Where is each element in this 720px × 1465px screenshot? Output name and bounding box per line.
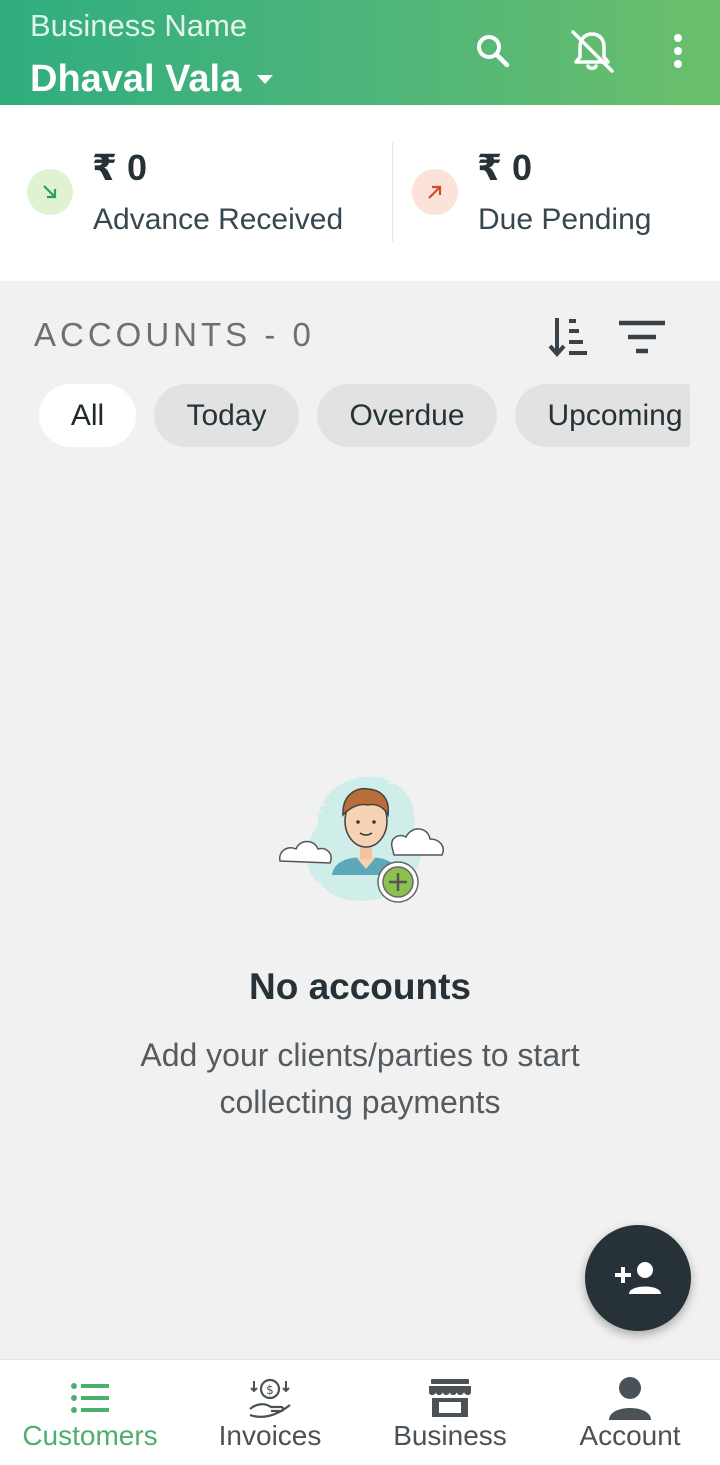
empty-state-subtitle: Add your clients/parties to start collec… — [0, 1032, 720, 1126]
nav-invoices-label: Invoices — [218, 1420, 322, 1451]
empty-state-subtitle-line-2: collecting payments — [219, 1084, 501, 1120]
nav-customers-label: Customers — [22, 1420, 158, 1451]
empty-accounts-illustration — [276, 765, 448, 910]
empty-state-title: No accounts — [248, 966, 472, 1007]
due-pending-card[interactable]: ₹ 0 Due Pending — [393, 105, 720, 281]
nav-account[interactable]: Account — [540, 1360, 720, 1465]
due-amount: ₹ 0 — [477, 147, 533, 188]
dropdown-caret-icon — [257, 74, 274, 84]
nav-invoices[interactable]: $ Invoices — [180, 1360, 360, 1465]
bottom-navigation: Customers $ Invoices Business Account — [0, 1359, 720, 1465]
advance-label: Advance Received — [93, 203, 344, 236]
chip-overdue[interactable]: Overdue — [317, 384, 497, 447]
arrow-up-right-icon — [412, 169, 458, 215]
filter-chips: All Today Overdue Upcoming — [0, 384, 690, 447]
store-icon — [426, 1376, 474, 1420]
chip-upcoming[interactable]: Upcoming — [515, 384, 690, 447]
advance-amount: ₹ 0 — [92, 147, 148, 188]
sort-icon[interactable] — [540, 312, 596, 362]
business-name-label: Business Name — [30, 8, 248, 43]
nav-customers[interactable]: Customers — [0, 1360, 180, 1465]
list-icon — [66, 1376, 114, 1420]
notifications-off-icon[interactable] — [567, 26, 617, 76]
nav-business-label: Business — [393, 1420, 507, 1451]
chip-today[interactable]: Today — [154, 384, 299, 447]
accounts-title: ACCOUNTS - 0 — [34, 316, 315, 353]
more-vert-icon[interactable] — [653, 26, 703, 76]
app-header: Business Name Dhaval Vala — [0, 0, 720, 105]
advance-received-card[interactable]: ₹ 0 Advance Received — [0, 105, 392, 281]
filter-icon[interactable] — [614, 312, 670, 362]
person-icon — [606, 1376, 654, 1420]
business-name: Dhaval Vala — [30, 57, 242, 100]
chip-all[interactable]: All — [39, 384, 136, 447]
nav-business[interactable]: Business — [360, 1360, 540, 1465]
arrow-down-right-icon — [27, 169, 73, 215]
due-label: Due Pending — [478, 203, 652, 236]
add-customer-button[interactable] — [585, 1225, 691, 1331]
svg-text:$: $ — [266, 1383, 274, 1397]
balance-summary: ₹ 0 Advance Received ₹ 0 Due Pending — [0, 105, 720, 281]
search-icon[interactable] — [468, 26, 518, 76]
summary-divider — [392, 142, 393, 242]
business-selector[interactable]: Dhaval Vala — [30, 56, 274, 102]
nav-account-label: Account — [579, 1420, 681, 1451]
money-hand-icon: $ — [246, 1376, 294, 1420]
empty-state-subtitle-line-1: Add your clients/parties to start — [140, 1037, 580, 1073]
add-person-icon — [615, 1262, 661, 1294]
